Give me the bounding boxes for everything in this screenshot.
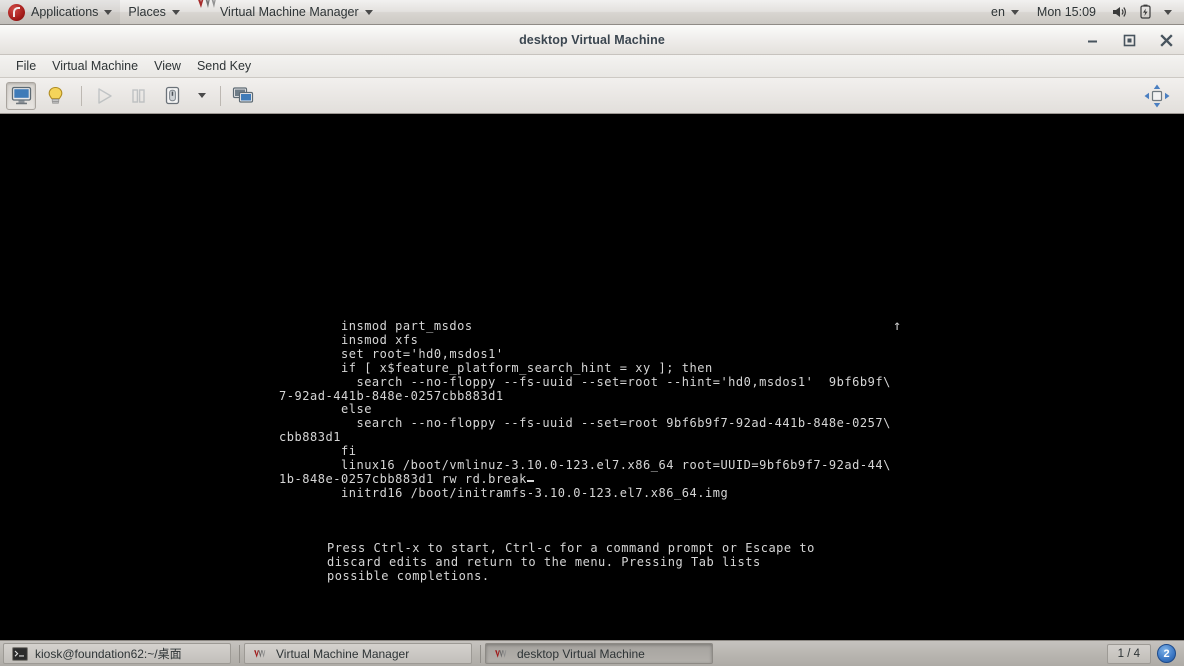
fullscreen-icon xyxy=(1144,84,1170,107)
menu-virtual-machine[interactable]: Virtual Machine xyxy=(44,57,146,75)
chevron-down-icon xyxy=(1164,9,1172,15)
grub-initrd-line: initrd16 /boot/initramfs-3.10.0-123.el7.… xyxy=(279,485,729,500)
play-icon xyxy=(97,87,112,104)
toolbar-right-area xyxy=(1142,82,1184,110)
text-cursor xyxy=(526,479,534,482)
page-title: desktop Virtual Machine xyxy=(519,32,665,47)
window-menu-label: Virtual Machine Manager xyxy=(219,5,359,19)
virtual-machine-window: desktop Virtual Machine File Virtual Mac… xyxy=(0,25,1184,640)
chevron-down-icon xyxy=(1010,9,1019,15)
maximize-icon[interactable] xyxy=(1122,33,1137,48)
grub-edit-text: insmod part_msdos insmod xfs set root='h… xyxy=(279,319,891,501)
system-menu[interactable] xyxy=(1158,0,1178,25)
keyboard-layout-label: en xyxy=(991,5,1005,19)
task-button-desktop-vm[interactable]: desktop Virtual Machine xyxy=(485,643,713,664)
window-controls xyxy=(1085,25,1174,55)
run-button[interactable] xyxy=(89,82,119,110)
taskbar-separator xyxy=(480,644,481,663)
task-button-terminal[interactable]: kiosk@foundation62:~/桌面 xyxy=(3,643,231,664)
shutdown-options-button[interactable] xyxy=(191,82,213,110)
virt-manager-logo-icon xyxy=(198,0,216,8)
pause-icon xyxy=(131,88,145,103)
task-button-label: Virtual Machine Manager xyxy=(276,646,410,661)
shutdown-button[interactable] xyxy=(157,82,187,110)
power-icon xyxy=(165,86,179,105)
menu-view[interactable]: View xyxy=(146,57,189,75)
window-list-taskbar: kiosk@foundation62:~/桌面 Virtual Machine … xyxy=(0,640,1184,666)
toolbar-separator xyxy=(81,85,82,106)
snapshots-icon xyxy=(232,86,254,103)
task-button-label: kiosk@foundation62:~/桌面 xyxy=(35,647,182,661)
details-view-button[interactable] xyxy=(40,82,70,110)
gnome-top-panel: Applications Places Virtual Machine Mana… xyxy=(0,0,1184,25)
notification-badge[interactable]: 2 xyxy=(1157,644,1176,663)
toolbar-separator xyxy=(220,85,221,106)
pause-button[interactable] xyxy=(123,82,153,110)
applications-menu-label: Applications xyxy=(31,5,99,19)
chevron-down-icon xyxy=(171,9,180,15)
fullscreen-button[interactable] xyxy=(1142,82,1172,110)
task-button-label: desktop Virtual Machine xyxy=(517,646,645,661)
snapshots-button[interactable] xyxy=(228,82,258,110)
virt-manager-logo-icon xyxy=(495,649,507,658)
battery-icon[interactable] xyxy=(1136,4,1154,20)
grub-help-text: Press Ctrl-x to start, Ctrl-c for a comm… xyxy=(327,541,815,583)
menu-file[interactable]: File xyxy=(8,57,44,75)
scroll-up-indicator: ↑ xyxy=(893,318,902,334)
chevron-down-icon xyxy=(198,93,206,98)
window-menu[interactable]: Virtual Machine Manager xyxy=(198,0,381,25)
chevron-down-icon xyxy=(364,9,373,15)
places-menu-label: Places xyxy=(128,5,166,19)
lightbulb-icon xyxy=(48,86,62,104)
console-icon xyxy=(11,86,31,105)
virt-manager-logo-icon xyxy=(254,649,266,658)
workspace-switcher[interactable]: 1 / 4 xyxy=(1106,643,1151,664)
toolbar xyxy=(0,78,1184,114)
menubar: File Virtual Machine View Send Key xyxy=(0,55,1184,78)
menu-send-key[interactable]: Send Key xyxy=(189,57,259,75)
window-titlebar: desktop Virtual Machine xyxy=(0,25,1184,55)
applications-menu[interactable]: Applications xyxy=(0,0,121,25)
minimize-icon[interactable] xyxy=(1085,33,1100,48)
vm-console-screen[interactable]: ↑ insmod part_msdos insmod xfs set root=… xyxy=(0,114,1184,640)
top-panel-status-area: en Mon 15:09 xyxy=(983,0,1184,25)
terminal-icon xyxy=(12,646,28,661)
console-view-button[interactable] xyxy=(6,81,36,110)
fedora-logo-icon xyxy=(8,3,25,21)
close-icon[interactable] xyxy=(1159,33,1174,48)
chevron-down-icon xyxy=(104,9,113,15)
places-menu[interactable]: Places xyxy=(120,0,188,25)
task-button-virt-manager[interactable]: Virtual Machine Manager xyxy=(244,643,472,664)
keyboard-layout-menu[interactable]: en xyxy=(983,0,1027,25)
speaker-icon[interactable] xyxy=(1110,4,1128,20)
grub-command-lines: insmod part_msdos insmod xfs set root='h… xyxy=(279,319,891,486)
taskbar-status-area: 1 / 4 2 xyxy=(1106,643,1181,664)
clock[interactable]: Mon 15:09 xyxy=(1027,5,1106,19)
taskbar-separator xyxy=(239,644,240,663)
